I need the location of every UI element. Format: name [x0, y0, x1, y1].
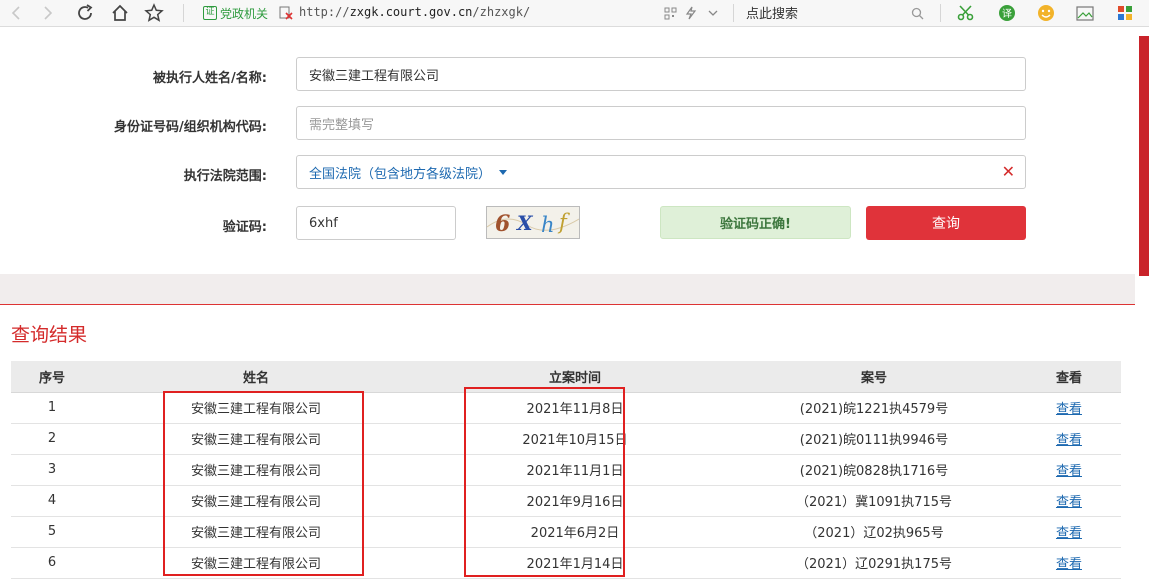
- col-header-view: 查看: [1017, 361, 1121, 393]
- search-icon[interactable]: [909, 2, 925, 24]
- captcha-input[interactable]: 6xhf: [296, 206, 456, 240]
- cell-no: 2: [11, 423, 93, 455]
- forward-icon[interactable]: [38, 2, 58, 24]
- court-select[interactable]: 全国法院（包含地方各级法院） ✕: [296, 155, 1026, 189]
- cell-case: （2021）辽02执965号: [731, 516, 1017, 548]
- address-bar-url[interactable]: http://zxgk.court.gov.cn/zhzxgk/: [299, 5, 530, 19]
- chevron-down-icon[interactable]: [706, 2, 720, 24]
- qr-code-icon[interactable]: [662, 2, 678, 24]
- id-input[interactable]: 需完整填写: [296, 106, 1026, 140]
- captcha-label: 验证码:: [222, 220, 267, 235]
- captcha-image[interactable]: 6 X h f: [486, 206, 580, 239]
- refresh-icon[interactable]: [74, 2, 96, 24]
- gov-site-badge: 证 党政机关: [203, 4, 268, 22]
- name-input[interactable]: 安徽三建工程有限公司: [296, 57, 1026, 91]
- cell-case: (2021)皖0828执1716号: [731, 454, 1017, 486]
- view-link[interactable]: 查看: [1017, 485, 1121, 517]
- picture-icon[interactable]: [1074, 2, 1096, 24]
- svg-text:f: f: [557, 210, 570, 234]
- name-label: 被执行人姓名/名称:: [153, 71, 267, 86]
- cell-case: （2021）辽0291执175号: [731, 547, 1017, 579]
- court-label: 执行法院范围:: [183, 169, 267, 184]
- view-link[interactable]: 查看: [1017, 392, 1121, 424]
- cell-no: 4: [11, 485, 93, 517]
- col-header-no: 序号: [11, 361, 93, 393]
- url-path: /zhzxgk/: [472, 5, 531, 19]
- browser-toolbar: 证 党政机关 http://zxgk.court.gov.cn/zhzxgk/ …: [0, 0, 1149, 27]
- browser-search-input[interactable]: 点此搜索: [746, 3, 798, 22]
- cell-no: 3: [11, 454, 93, 486]
- emoji-icon[interactable]: [1035, 2, 1057, 24]
- results-title: 查询结果: [11, 324, 88, 346]
- cell-case: (2021)皖0111执9946号: [731, 423, 1017, 455]
- search-form: 被执行人姓名/名称: 安徽三建工程有限公司 身份证号码/组织机构代码: 需完整填…: [0, 28, 1135, 274]
- url-host: zxgk.court.gov.cn: [349, 5, 473, 19]
- clear-selection-icon[interactable]: ✕: [1002, 163, 1015, 181]
- bookmark-star-icon[interactable]: [143, 2, 165, 24]
- svg-text:6: 6: [495, 211, 510, 237]
- cell-no: 5: [11, 516, 93, 548]
- svg-text:h: h: [541, 213, 555, 237]
- caret-down-icon: [499, 169, 508, 175]
- cell-no: 6: [11, 547, 93, 579]
- name-column-highlight: [163, 391, 364, 576]
- certificate-icon: 证: [203, 6, 217, 20]
- cell-case: (2021)皖1221执4579号: [731, 392, 1017, 424]
- query-button[interactable]: 查询: [866, 206, 1026, 240]
- view-link[interactable]: 查看: [1017, 423, 1121, 455]
- cell-case: （2021）冀1091执715号: [731, 485, 1017, 517]
- view-link[interactable]: 查看: [1017, 454, 1121, 486]
- windows-icon[interactable]: [1114, 2, 1136, 24]
- svg-text:X: X: [515, 211, 534, 235]
- gov-badge-label: 党政机关: [220, 6, 269, 21]
- back-icon[interactable]: [6, 2, 26, 24]
- lightning-icon[interactable]: [684, 2, 698, 24]
- translate-icon[interactable]: 译: [996, 2, 1018, 24]
- home-icon[interactable]: [109, 2, 131, 24]
- url-prefix: http://: [299, 5, 350, 19]
- svg-text:译: 译: [1002, 8, 1012, 20]
- insecure-connection-icon[interactable]: [278, 5, 294, 21]
- view-link[interactable]: 查看: [1017, 516, 1121, 548]
- date-column-highlight: [464, 387, 625, 577]
- col-header-case: 案号: [731, 361, 1017, 393]
- captcha-status: 验证码正确!: [660, 206, 851, 239]
- id-label: 身份证号码/组织机构代码:: [114, 120, 267, 135]
- scissors-icon[interactable]: [955, 2, 977, 24]
- scrollbar-thumb[interactable]: [1139, 36, 1149, 276]
- court-select-value: 全国法院（包含地方各级法院）: [309, 166, 492, 182]
- cell-no: 1: [11, 392, 93, 424]
- section-divider: [0, 274, 1135, 305]
- view-link[interactable]: 查看: [1017, 547, 1121, 579]
- col-header-name: 姓名: [93, 361, 419, 393]
